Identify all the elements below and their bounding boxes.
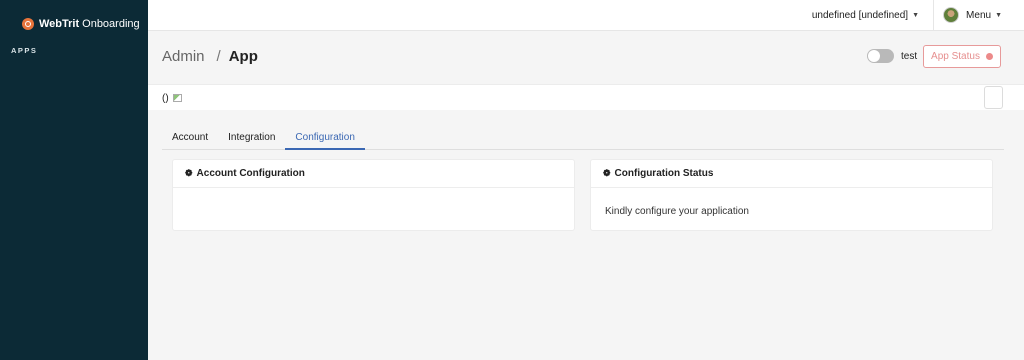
brand-logo-icon (22, 18, 34, 30)
status-dot-icon (985, 53, 993, 60)
account-configuration-card: ❁ Account Configuration (172, 159, 575, 231)
status-message: Kindly configure your application (605, 206, 749, 217)
brand-subtitle: Onboarding (82, 18, 140, 30)
tab-configuration[interactable]: Configuration (285, 127, 365, 150)
page-title: App (228, 48, 258, 65)
tabs: Account Integration Configuration (162, 127, 1004, 150)
gear-icon: ❁ (603, 168, 611, 178)
chevron-down-icon: ▼ (995, 11, 1002, 19)
brand[interactable]: WebTrit Onboarding (22, 15, 140, 33)
card-body (173, 188, 574, 224)
card-header: ❁ Account Configuration (173, 160, 574, 188)
sidebar-section-title: APPS (11, 46, 38, 55)
app-status-button[interactable]: App Status (923, 45, 1001, 68)
tab-integration[interactable]: Integration (218, 127, 285, 150)
user-label: undefined [undefined] (811, 10, 909, 21)
environment-toggle[interactable] (867, 49, 894, 63)
broken-image-icon (173, 94, 183, 102)
app-action-button[interactable] (984, 86, 1003, 109)
avatar (943, 7, 960, 23)
user-dropdown[interactable]: undefined [undefined] ▼ (812, 10, 919, 21)
chevron-down-icon: ▼ (912, 12, 919, 19)
gear-icon: ❁ (185, 168, 193, 178)
breadcrumb-separator: / (216, 48, 221, 65)
breadcrumb-admin[interactable]: Admin (162, 48, 205, 65)
card-title: Configuration Status (614, 168, 714, 179)
app-status-label: App Status (931, 51, 980, 62)
menu-label: Menu (966, 9, 992, 21)
tab-account[interactable]: Account (162, 127, 218, 150)
card-header: ❁ Configuration Status (591, 160, 992, 188)
app-info-text: () (162, 93, 169, 104)
environment-toggle-label: test (901, 51, 918, 62)
menu-dropdown[interactable]: Menu ▼ (943, 7, 1002, 23)
card-title: Account Configuration (196, 168, 305, 179)
breadcrumb: Admin / App (162, 48, 258, 65)
topbar-divider (933, 0, 934, 31)
app-info-strip: () (148, 84, 1024, 110)
brand-name: WebTrit (39, 18, 80, 30)
configuration-status-card: ❁ Configuration Status Kindly configure … (590, 159, 993, 231)
app-info: () (162, 93, 183, 104)
sidebar: WebTrit Onboarding APPS (0, 0, 148, 360)
toggle-knob (868, 50, 880, 62)
topbar: undefined [undefined] ▼ Menu ▼ (148, 0, 1024, 31)
